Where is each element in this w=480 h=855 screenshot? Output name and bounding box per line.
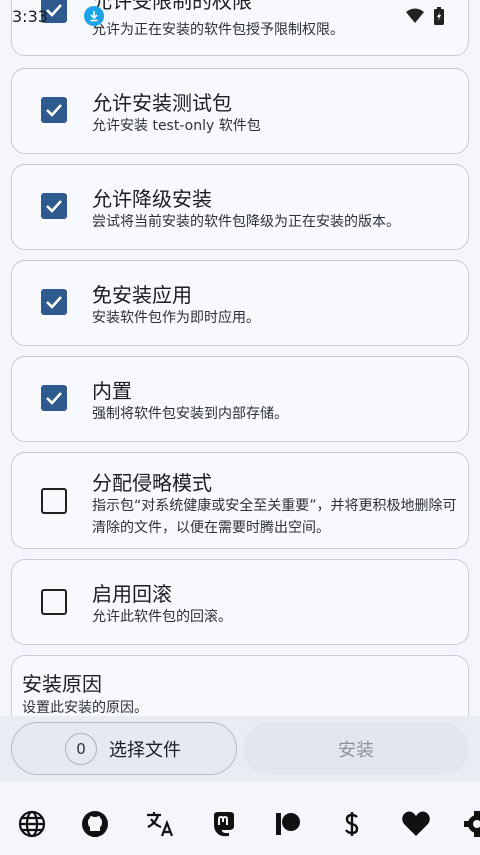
action-bar: 0 选择文件 安装 xyxy=(0,716,480,782)
dollar-icon[interactable] xyxy=(337,809,367,839)
option-description: 允许为正在安装的软件包授予限制权限。 xyxy=(92,22,344,38)
settings-icon[interactable] xyxy=(462,809,480,839)
checkbox-restricted-permissions[interactable] xyxy=(41,0,67,23)
checkbox-aggressive-mode[interactable] xyxy=(41,488,67,514)
select-file-label: 选择文件 xyxy=(109,739,181,761)
heart-icon[interactable] xyxy=(401,809,431,839)
patreon-icon[interactable] xyxy=(273,809,303,839)
option-title: 免安装应用 xyxy=(92,283,192,307)
options-list[interactable]: 允许受限制的权限 允许为正在安装的软件包授予限制权限。 允许安装测试包 允许安装… xyxy=(0,0,480,716)
option-description: 安装软件包作为即时应用。 xyxy=(92,310,260,326)
checkbox-test-only[interactable] xyxy=(41,97,67,123)
option-description: 允许此软件包的回滚。 xyxy=(92,609,232,625)
select-file-button[interactable]: 0 选择文件 xyxy=(11,722,237,775)
mastodon-icon[interactable] xyxy=(209,809,239,839)
option-card-instant-app[interactable]: 免安装应用 安装软件包作为即时应用。 xyxy=(11,260,469,346)
option-title: 允许受限制的权限 xyxy=(92,0,252,13)
option-description: 指示包“对系统健康或安全至关重要”，并将更积极地删除可清除的文件，以便在需要时腾… xyxy=(92,498,457,536)
checkbox-internal-storage[interactable] xyxy=(41,385,67,411)
option-card-aggressive-mode[interactable]: 分配侵略模式 指示包“对系统健康或安全至关重要”，并将更积极地删除可清除的文件，… xyxy=(11,452,469,549)
checkbox-rollback[interactable] xyxy=(41,589,67,615)
option-description: 强制将软件包安装到内部存储。 xyxy=(92,406,288,422)
option-title: 内置 xyxy=(92,379,132,403)
option-card-downgrade[interactable]: 允许降级安装 尝试将当前安装的软件包降级为正在安装的版本。 xyxy=(11,164,469,250)
option-card-rollback[interactable]: 启用回滚 允许此软件包的回滚。 xyxy=(11,559,469,645)
option-description: 允许安装 test-only 软件包 xyxy=(92,118,261,134)
globe-icon[interactable] xyxy=(17,809,47,839)
install-reason-description: 设置此安装的原因。 xyxy=(22,700,148,716)
option-title: 启用回滚 xyxy=(92,582,172,606)
github-icon[interactable] xyxy=(80,809,110,839)
checkbox-instant-app[interactable] xyxy=(41,289,67,315)
option-title: 分配侵略模式 xyxy=(92,471,212,495)
option-title: 允许降级安装 xyxy=(92,187,212,211)
option-card-restricted-permissions[interactable]: 允许受限制的权限 允许为正在安装的软件包授予限制权限。 xyxy=(11,0,469,56)
selected-count-badge: 0 xyxy=(65,732,97,765)
install-reason-card[interactable]: 安装原因 设置此安装的原因。 xyxy=(11,655,469,716)
translate-icon[interactable] xyxy=(145,809,175,839)
install-button[interactable]: 安装 xyxy=(243,722,469,775)
bottom-nav xyxy=(0,782,480,855)
option-card-internal-storage[interactable]: 内置 强制将软件包安装到内部存储。 xyxy=(11,356,469,442)
install-reason-title: 安装原因 xyxy=(22,672,102,696)
option-card-test-only[interactable]: 允许安装测试包 允许安装 test-only 软件包 xyxy=(11,68,469,154)
option-description: 尝试将当前安装的软件包降级为正在安装的版本。 xyxy=(92,214,400,230)
checkbox-downgrade[interactable] xyxy=(41,193,67,219)
option-title: 允许安装测试包 xyxy=(92,91,232,115)
